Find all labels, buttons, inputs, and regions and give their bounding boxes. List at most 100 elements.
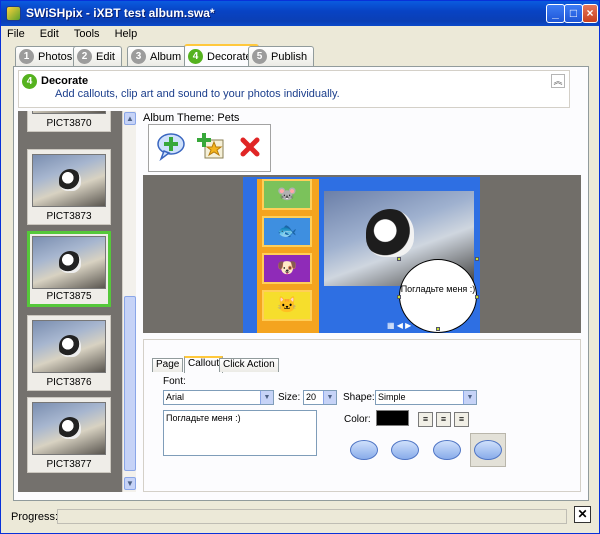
align-right-icon: ≡ [458,414,465,424]
shape-label: Shape: [343,392,375,403]
align-right-button[interactable]: ≡ [454,412,469,427]
color-label: Color: [344,414,371,425]
menu-tools[interactable]: Tools [68,26,106,42]
menu-help[interactable]: Help [109,26,144,42]
progress-label: Progress: [11,511,59,523]
subtab-page[interactable]: Page [152,358,184,372]
close-icon: ✕ [577,507,588,521]
chevron-up-icon: ︽ [553,76,563,86]
step-title: Decorate [41,75,89,87]
album-page-preview: 🐭 🐟 🐶 🐱 Погладьте меня :) ▦ ◀ ▶ [243,177,480,333]
step-header: 4 Decorate Add callouts, clip art and so… [18,70,570,108]
status-bar: Progress: ✕ [1,503,599,533]
align-center-icon: ≡ [440,414,447,424]
app-window: SWiSHpix - iXBT test album.swa* _ □ × Fi… [0,0,600,534]
maximize-button[interactable]: □ [564,4,583,23]
shape-option-bottom-left[interactable] [346,433,382,467]
resize-handle[interactable] [475,257,479,261]
thumbnail-caption: PICT3873 [46,211,92,222]
add-callout-button[interactable] [153,131,188,166]
progress-bar [57,509,567,524]
chevron-down-icon: ▼ [323,391,336,404]
subtab-click-action[interactable]: Click Action [219,358,279,372]
player-controls: ▦ ◀ ▶ [387,321,412,330]
align-left-icon: ≡ [422,414,429,424]
shape-option-bottom-right[interactable] [387,433,423,467]
resize-handle[interactable] [475,295,479,299]
thumbnail-image [32,111,106,114]
cancel-progress-button[interactable]: ✕ [574,506,591,523]
callout-text: Погладьте меня :) [400,284,476,294]
title-bar: SWiSHpix - iXBT test album.swa* _ □ × [1,1,599,26]
thumbnail-scrollbar[interactable]: ▲ ▼ [122,111,136,492]
delete-button[interactable] [233,131,268,166]
menu-edit[interactable]: Edit [34,26,65,42]
mice-clipart-image: 🐭 [262,179,312,210]
properties-panel: Page Callout Click Action Font: Arial ▼ … [143,339,581,492]
font-value: Arial [166,392,185,402]
resize-handle[interactable] [397,295,401,299]
shape-select[interactable]: Simple ▼ [375,390,477,405]
speech-bubble-icon [474,440,502,460]
theme-strip: 🐭 🐟 🐶 🐱 [257,179,319,333]
thumbnail-item[interactable]: PICT3876 [27,315,111,391]
color-swatch[interactable] [376,410,409,426]
speech-bubble-icon [391,440,419,460]
thumbnail-caption: PICT3877 [46,459,92,470]
minimize-button[interactable]: _ [546,4,565,23]
collapse-header-button[interactable]: ︽ [551,74,565,88]
tab-number-badge: 4 [188,49,203,64]
tab-edit[interactable]: 2 Edit [73,46,122,66]
align-left-button[interactable]: ≡ [418,412,433,427]
tab-number-badge: 5 [252,49,267,64]
tab-label: Edit [96,50,115,63]
album-theme-label: Album Theme: Pets [143,112,240,124]
tab-album[interactable]: 3 Album [127,46,189,66]
fish-clipart-image: 🐟 [262,216,312,247]
menu-bar: File Edit Tools Help [1,26,599,44]
main-tabs: 1 Photos 2 Edit 3 Album 4 Decorate 5 Pub… [1,44,599,67]
step-number-badge: 4 [22,74,37,89]
add-clipart-button[interactable] [193,131,228,166]
scroll-down-button[interactable]: ▼ [124,477,136,490]
callout-text-input[interactable]: Погладьте меня :) [163,410,317,456]
tab-label: Album [150,50,182,63]
thumbnail-image [32,402,106,455]
thumbnail-item[interactable]: PICT3870 [27,111,111,132]
shape-option-top-left-selected[interactable] [470,433,506,467]
subtab-callout[interactable]: Callout [184,356,224,373]
thumbnail-caption: PICT3875 [46,291,92,302]
thumbnail-caption: PICT3876 [46,377,92,388]
size-value: 20 [306,392,317,402]
tab-label: Photos [38,50,73,63]
menu-file[interactable]: File [1,26,31,42]
tab-number-badge: 3 [131,49,146,64]
thumbnail-list: PICT3870 PICT3873 PICT3875 PICT3876 PICT… [18,111,122,492]
speech-bubble-icon [350,440,378,460]
thumbnail-item[interactable]: PICT3877 [27,397,111,473]
chevron-down-icon: ▼ [260,391,273,404]
add-callout-icon [156,133,185,162]
tab-number-badge: 2 [77,49,92,64]
resize-handle[interactable] [436,327,440,331]
tab-photos[interactable]: 1 Photos [15,46,80,66]
maximize-icon: □ [569,6,578,20]
scrollbar-thumb[interactable] [124,296,136,471]
thumbnail-item-selected[interactable]: PICT3875 [27,231,111,307]
font-select[interactable]: Arial ▼ [163,390,274,405]
align-center-button[interactable]: ≡ [436,412,451,427]
thumbnail-caption: PICT3870 [46,118,92,129]
speech-bubble-icon [433,440,461,460]
album-preview-stage: 🐭 🐟 🐶 🐱 Погладьте меня :) ▦ ◀ ▶ [143,175,581,333]
tab-publish[interactable]: 5 Publish [248,46,315,66]
size-select[interactable]: 20 ▼ [303,390,337,405]
thumbnail-image [32,236,106,289]
scroll-up-button[interactable]: ▲ [124,112,136,125]
shape-value: Simple [378,392,406,402]
resize-handle[interactable] [397,257,401,261]
close-window-button[interactable]: × [582,4,598,23]
minimize-icon: _ [552,6,559,20]
thumbnail-item[interactable]: PICT3873 [27,149,111,225]
thumbnail-image [32,320,106,373]
shape-option-top-right[interactable] [429,433,465,467]
